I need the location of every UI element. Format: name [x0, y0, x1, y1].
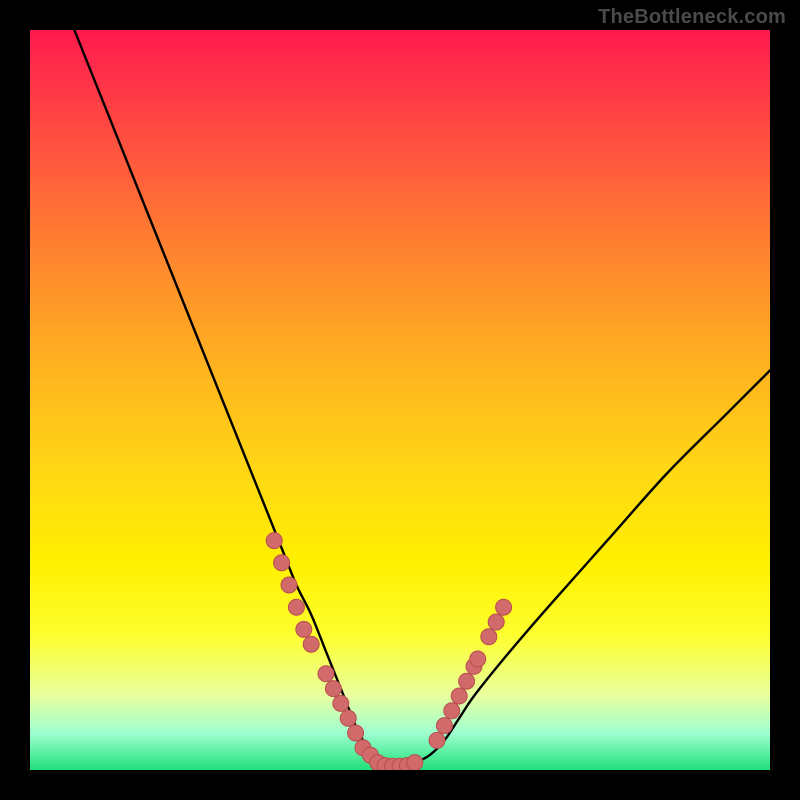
chart-frame: TheBottleneck.com: [0, 0, 800, 800]
watermark-label: TheBottleneck.com: [598, 6, 786, 29]
gradient-background: [30, 30, 770, 770]
